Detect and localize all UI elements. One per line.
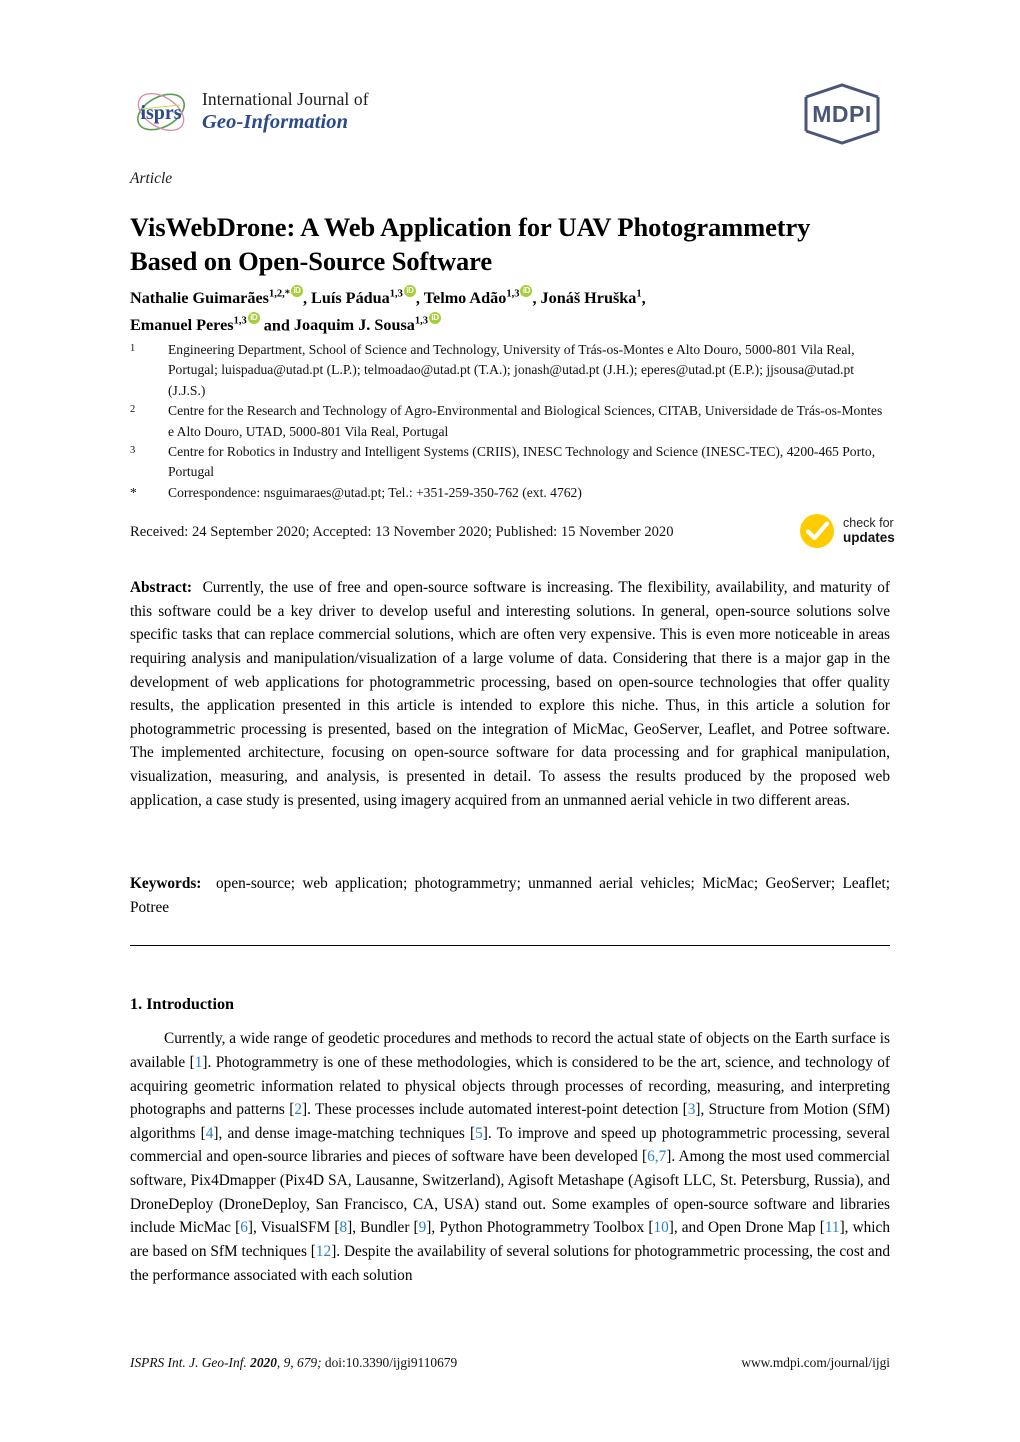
affiliation-text: Centre for the Research and Technology o… [168,403,883,439]
svg-text:isprs: isprs [140,102,181,124]
keywords-text: open-source; web application; photogramm… [130,875,891,916]
abstract-text: Currently, the use of free and open-sour… [130,579,891,809]
abstract-label: Abstract: [130,579,193,596]
footer-doi: doi:10.3390/ijgi9110679 [324,1355,458,1370]
affiliation-marker: 1 [130,343,136,354]
check-for-updates-badge[interactable]: check for updates [798,512,895,550]
author-affiliation-marker: 1,3 [233,315,247,327]
author-separator: , [532,289,541,308]
author-entry[interactable]: Luís Pádua1,3 [311,285,416,308]
abstract-block: Abstract: Currently, the use of free and… [130,576,890,812]
citation-link[interactable]: 6,7 [647,1148,666,1165]
footer-citation: ISPRS Int. J. Geo-Inf. 2020, 9, 679; doi… [130,1355,457,1371]
orcid-icon[interactable] [290,285,303,297]
affiliation-marker: 3 [130,444,136,456]
badge-text: check for updates [843,516,895,546]
author-entry[interactable]: Joaquim J. Sousa1,3 [293,311,442,335]
citation-link[interactable]: 5 [475,1125,483,1142]
footer-journal-abbrev: ISPRS Int. J. Geo-Inf. [130,1355,247,1370]
keywords-label: Keywords: [130,875,202,892]
publication-dates: Received: 24 September 2020; Accepted: 1… [130,524,674,540]
orcid-icon[interactable] [429,311,442,324]
author-entry[interactable]: Nathalie Guimarães1,2,* [130,285,303,308]
orcid-icon[interactable] [403,285,416,297]
journal-title: Geo-Information [202,110,349,133]
citation-link[interactable]: 11 [825,1219,840,1236]
affiliation-text: Engineering Department, School of Scienc… [168,342,855,398]
citation-link[interactable]: 1 [195,1054,203,1071]
citation-link[interactable]: 3 [688,1101,696,1118]
affiliation-text: Centre for Robotics in Industry and Inte… [168,443,876,480]
author-name: Nathalie Guimarães [130,289,269,308]
correspondence-marker: * [130,484,137,500]
introduction-paragraph: Currently, a wide range of geodetic proc… [130,1030,891,1284]
badge-line-2: updates [843,530,895,546]
author-separator: and [259,316,294,335]
section-divider [130,945,890,946]
citation-link[interactable]: 6 [240,1219,248,1236]
masthead: isprs International Journal of Geo-Infor… [130,83,890,151]
orcid-icon[interactable] [247,311,260,324]
author-entry[interactable]: Emanuel Peres1,3 [130,311,260,335]
footer-url[interactable]: www.mdpi.com/journal/ijgi [741,1355,890,1371]
citation-link[interactable]: 4 [206,1125,214,1142]
affiliation-item: 1 Engineering Department, School of Scie… [130,340,890,401]
author-entry[interactable]: Telmo Adão1,3 [423,285,533,308]
author-list: Nathalie Guimarães1,2,*, Luís Pádua1,3, … [130,285,890,338]
citation-link[interactable]: 9 [419,1219,427,1236]
affiliation-list: 1 Engineering Department, School of Scie… [130,340,890,503]
author-name: Jonáš Hruška [540,289,637,308]
author-name: Telmo Adão [423,289,507,308]
isprs-logo-icon: isprs [130,85,192,139]
page-footer: ISPRS Int. J. Geo-Inf. 2020, 9, 679; doi… [130,1355,890,1371]
author-entry[interactable]: Jonáš Hruška1 [541,289,642,307]
author-affiliation-marker: 1,2,* [268,289,290,300]
author-separator: , [302,289,312,308]
paper-page: isprs International Journal of Geo-Infor… [0,0,1020,1442]
article-type-label: Article [130,170,173,187]
author-separator: , [415,289,424,308]
check-circle-icon [798,512,836,550]
affiliation-item: 2 Centre for the Research and Technology… [130,401,890,442]
affiliation-marker: 2 [130,404,136,416]
journal-subtitle: International Journal of [202,89,369,110]
author-affiliation-marker: 1,3 [414,315,429,327]
correspondence-item: * Correspondence: nsguimaraes@utad.pt; T… [130,483,890,503]
author-name: Emanuel Peres [130,316,234,335]
author-line-2: Emanuel Peres1,3 and Joaquim J. Sousa1,3 [130,311,890,339]
svg-text:MDPI: MDPI [812,101,872,127]
journal-brand: isprs International Journal of Geo-Infor… [130,85,369,139]
section-heading-introduction: 1. Introduction [130,995,235,1014]
citation-link[interactable]: 8 [339,1219,347,1236]
mdpi-logo-icon: MDPI [794,83,890,145]
citation-link[interactable]: 2 [294,1101,302,1118]
journal-names: International Journal of Geo-Information [202,90,369,134]
keywords-block: Keywords: open-source; web application; … [130,872,890,919]
author-affiliation-marker: 1,3 [506,289,520,300]
orcid-icon[interactable] [520,285,533,297]
citation-link[interactable]: 12 [316,1243,331,1260]
footer-year: 2020 [250,1355,277,1370]
author-affiliation-marker: 1,3 [389,289,403,300]
correspondence-text: Correspondence: nsguimaraes@utad.pt; Tel… [168,484,582,500]
author-separator: , [641,289,646,308]
citation-link[interactable]: 10 [653,1219,668,1236]
page-title: VisWebDrone: A Web Application for UAV P… [130,211,811,277]
author-name: Joaquim J. Sousa [293,316,415,335]
affiliation-item: 3 Centre for Robotics in Industry and In… [130,442,890,483]
author-line-1: Nathalie Guimarães1,2,*, Luís Pádua1,3, … [130,285,890,312]
author-name: Luís Pádua [311,289,390,308]
footer-volume-issue: , 9, 679; [276,1355,325,1370]
badge-line-1: check for [843,516,894,531]
